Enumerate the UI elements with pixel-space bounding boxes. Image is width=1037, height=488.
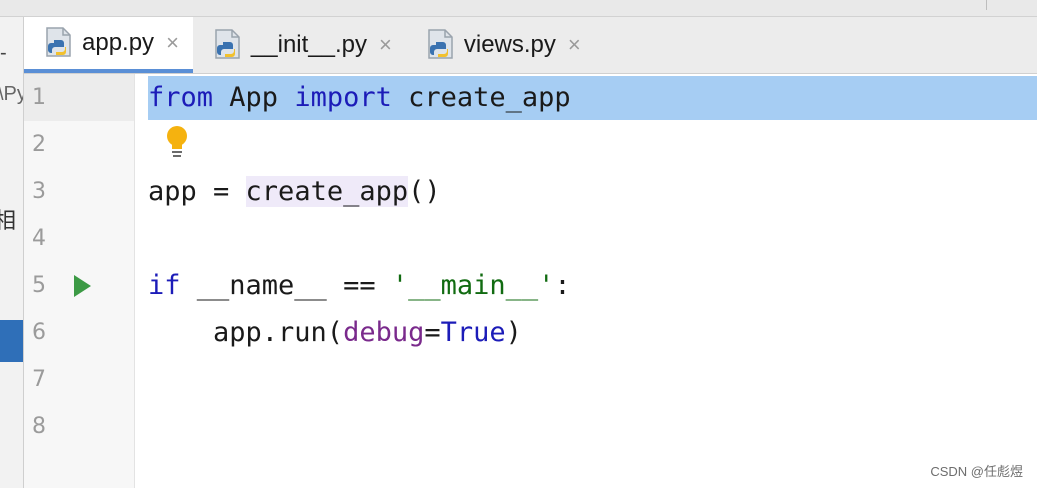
code-text[interactable]: app = create_app() [148, 168, 441, 215]
code-line-6[interactable]: 6 app.run(debug=True) [24, 309, 1037, 356]
code-line-8[interactable]: 8 [24, 403, 1037, 450]
python-file-icon [428, 29, 453, 59]
line-number: 7 [32, 367, 46, 392]
line-number: 4 [32, 226, 46, 251]
function-call-token: create_app [245, 176, 409, 207]
line-number: 3 [32, 179, 46, 204]
keyword-token: if [148, 270, 181, 301]
code-text[interactable]: app.run(debug=True) [148, 309, 522, 356]
tab-views-py[interactable]: views.py × [406, 17, 595, 73]
identifier-token: app = [148, 176, 246, 207]
tab-app-py[interactable]: app.py × [24, 17, 193, 73]
parameter-token: debug [343, 317, 425, 348]
close-icon[interactable]: × [379, 34, 392, 56]
lightbulb-icon[interactable] [164, 124, 190, 160]
keyword-token: from [148, 82, 214, 113]
keyword-token: import [294, 82, 392, 113]
code-line-1[interactable]: 1 from App import create_app [24, 74, 1037, 121]
identifier-token: create_app [391, 82, 571, 113]
operator-token: = [424, 317, 441, 348]
paren-token: () [408, 176, 441, 207]
tab-init-py[interactable]: __init__.py × [193, 17, 406, 73]
line-number: 2 [32, 132, 46, 157]
close-icon[interactable]: × [568, 34, 581, 56]
editor-tab-bar: app.py × __init__.py × views.py × [24, 17, 1037, 74]
line-number: 1 [32, 85, 46, 110]
project-panel-fragment: - \Py 相 [0, 17, 24, 488]
close-icon[interactable]: × [166, 32, 179, 54]
module-token: App [213, 82, 295, 113]
string-token: '__main__' [391, 270, 555, 301]
tab-label: __init__.py [250, 31, 368, 58]
line-number: 5 [32, 273, 46, 298]
panel-collapse-fragment[interactable]: - [0, 42, 7, 65]
code-line-5[interactable]: 5 if __name__ == '__main__': [24, 262, 1037, 309]
python-file-icon [215, 29, 240, 59]
project-path-fragment: \Py [0, 83, 23, 105]
colon-token: : [554, 270, 571, 301]
run-icon[interactable] [74, 275, 91, 297]
code-line-7[interactable]: 7 [24, 356, 1037, 403]
title-bar-strip [0, 0, 1037, 17]
code-editor[interactable]: 1 from App import create_app 2 3 app = c… [24, 74, 1037, 488]
tab-label: app.py [82, 29, 155, 56]
code-text[interactable]: if __name__ == '__main__': [148, 262, 571, 309]
code-text[interactable]: from App import create_app [148, 74, 571, 121]
tab-label: views.py [463, 31, 556, 58]
paren-token: ) [505, 317, 522, 348]
project-item-fragment[interactable]: 相 [0, 203, 16, 235]
watermark: CSDN @任彪煜 [930, 464, 1023, 479]
window-controls-fragment [986, 0, 1027, 10]
python-file-icon [46, 27, 71, 57]
identifier-token: __name__ == [180, 270, 392, 301]
line-number: 8 [32, 414, 46, 439]
project-selected-item[interactable] [0, 320, 23, 362]
line-number: 6 [32, 320, 46, 345]
code-line-4[interactable]: 4 [24, 215, 1037, 262]
identifier-token: app.run( [148, 317, 344, 348]
keyword-token: True [440, 317, 506, 348]
code-line-3[interactable]: 3 app = create_app() [24, 168, 1037, 215]
